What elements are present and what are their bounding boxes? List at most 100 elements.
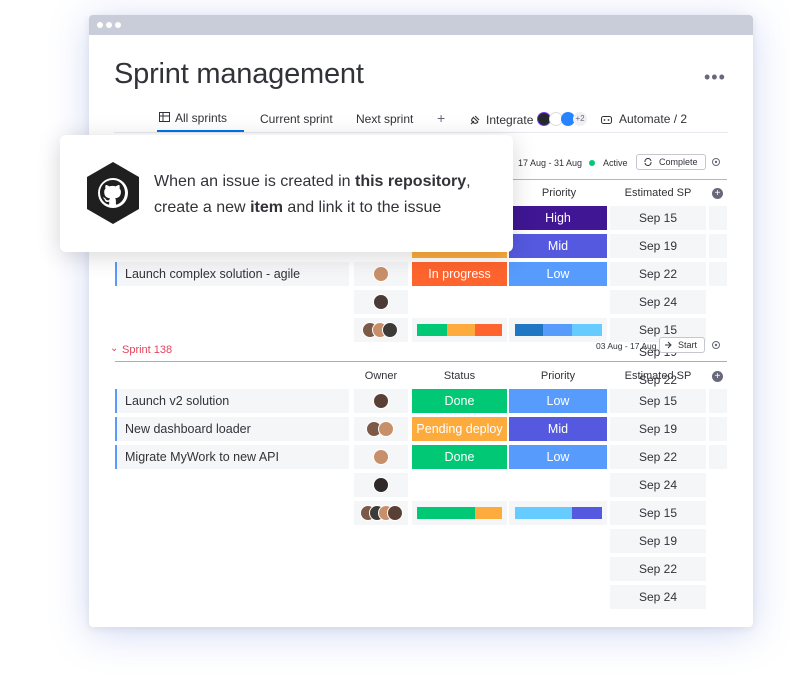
- summary-segment: [417, 324, 447, 336]
- avatar: [373, 477, 389, 493]
- start-sprint-button[interactable]: Start: [659, 337, 705, 353]
- add-column-icon[interactable]: +: [712, 371, 723, 382]
- popup-text: create a new: [154, 199, 251, 216]
- estimated-sp-column-header: Estimated SP: [624, 187, 692, 199]
- page-title: Sprint management: [114, 58, 364, 90]
- estimated-sp-cell[interactable]: Sep 19: [610, 234, 706, 258]
- row-gutter: [709, 389, 727, 413]
- item-name[interactable]: New dashboard loader: [115, 417, 349, 441]
- owner-summary-cell: [354, 318, 408, 342]
- group-title[interactable]: Sprint 138: [122, 344, 172, 356]
- priority-cell-mid[interactable]: Mid: [509, 417, 607, 441]
- status-cell-done[interactable]: Done: [412, 445, 507, 469]
- summary-segment: [572, 507, 602, 519]
- priority-cell-low[interactable]: Low: [509, 445, 607, 469]
- avatar: [387, 505, 403, 521]
- summary-segment: [475, 324, 502, 336]
- popup-text: and link it to the issue: [282, 199, 442, 216]
- estimated-sp-cell[interactable]: Sep 22: [610, 557, 706, 581]
- add-tab-button[interactable]: +: [437, 110, 445, 126]
- summary-segment: [515, 507, 572, 519]
- tabs-bar: All sprints Current sprint Next sprint +…: [89, 15, 753, 127]
- estimated-sp-cell[interactable]: Sep 15: [610, 206, 706, 230]
- more-options-button[interactable]: •••: [704, 67, 726, 88]
- summary-segment: [447, 324, 475, 336]
- estimated-sp-cell[interactable]: Sep 22: [610, 262, 706, 286]
- avatar: [382, 322, 398, 338]
- status-summary: [412, 501, 507, 525]
- owner-cell[interactable]: [354, 389, 408, 413]
- priority-summary: [509, 318, 607, 342]
- popup-text: When an issue is created in: [154, 173, 355, 190]
- owner-column-header: Owner: [364, 370, 398, 382]
- popup-text: ,: [466, 173, 471, 190]
- estimated-sp-cell[interactable]: Sep 24: [610, 290, 706, 314]
- summary-segment: [417, 507, 475, 519]
- priority-cell-high[interactable]: High: [509, 206, 607, 230]
- owner-cell[interactable]: [354, 262, 408, 286]
- group-divider: [115, 361, 727, 362]
- estimated-sp-cell[interactable]: Sep 24: [610, 585, 706, 609]
- status-column-header: Status: [443, 370, 476, 382]
- settings-icon[interactable]: [711, 340, 721, 350]
- chevron-down-icon[interactable]: ⌄: [110, 343, 118, 354]
- summary-segment: [572, 324, 602, 336]
- table-icon: [159, 112, 170, 122]
- item-name[interactable]: Launch v2 solution: [115, 389, 349, 413]
- avatar: [373, 266, 389, 282]
- add-column-icon[interactable]: +: [712, 188, 723, 199]
- status-cell-done[interactable]: Done: [412, 389, 507, 413]
- automate-button[interactable]: Automate / 2: [619, 112, 687, 126]
- tab-next-sprint[interactable]: Next sprint: [356, 112, 413, 126]
- more-integrations-count: +2: [573, 112, 587, 126]
- plug-icon: [470, 115, 480, 125]
- complete-sprint-button[interactable]: Complete: [636, 154, 706, 170]
- priority-cell-low[interactable]: Low: [509, 262, 607, 286]
- summary-segment: [515, 324, 543, 336]
- settings-icon[interactable]: [711, 157, 721, 167]
- complete-label: Complete: [659, 157, 698, 167]
- sprint-status: Active: [603, 158, 628, 168]
- owner-summary-cell: [354, 501, 408, 525]
- item-name[interactable]: Launch complex solution - agile: [115, 262, 349, 286]
- priority-summary: [509, 501, 607, 525]
- estimated-sp-cell[interactable]: Sep 15: [610, 389, 706, 413]
- priority-cell-low[interactable]: Low: [509, 389, 607, 413]
- robot-icon: [601, 116, 612, 124]
- status-cell-pending-deploy[interactable]: Pending deploy: [412, 417, 507, 441]
- tab-all-sprints[interactable]: All sprints: [175, 111, 227, 125]
- summary-segment: [475, 507, 502, 519]
- priority-cell-mid[interactable]: Mid: [509, 234, 607, 258]
- avatar: [378, 421, 394, 437]
- active-status-dot: [589, 160, 595, 166]
- item-name[interactable]: Migrate MyWork to new API: [115, 445, 349, 469]
- estimated-sp-column-header: Estimated SP: [624, 370, 692, 382]
- sprint-dates: 03 Aug - 17 Aug: [596, 341, 657, 351]
- integration-recipe-popup[interactable]: When an issue is created in this reposit…: [60, 135, 513, 252]
- popup-bold-repository[interactable]: this repository: [355, 173, 466, 190]
- tab-current-sprint[interactable]: Current sprint: [260, 112, 333, 126]
- estimated-sp-cell[interactable]: Sep 19: [610, 417, 706, 441]
- row-gutter: [709, 206, 727, 230]
- popup-description: When an issue is created in this reposit…: [154, 169, 471, 221]
- row-gutter: [709, 417, 727, 441]
- owner-cell[interactable]: [354, 473, 408, 497]
- estimated-sp-cell[interactable]: Sep 24: [610, 473, 706, 497]
- priority-column-header: Priority: [540, 370, 576, 382]
- estimated-sp-cell[interactable]: Sep 15: [610, 501, 706, 525]
- owner-cell[interactable]: [354, 417, 408, 441]
- integrate-button[interactable]: Integrate: [486, 113, 533, 127]
- estimated-sp-cell[interactable]: Sep 22: [610, 445, 706, 469]
- estimated-sp-cell[interactable]: Sep 19: [610, 529, 706, 553]
- play-icon: [665, 341, 672, 349]
- row-gutter: [709, 445, 727, 469]
- owner-cell[interactable]: [354, 290, 408, 314]
- app-window: Sprint management ••• All sprints Curren…: [89, 15, 753, 627]
- avatar: [373, 449, 389, 465]
- tabs-divider: [114, 132, 728, 133]
- refresh-icon: [644, 157, 652, 167]
- popup-bold-item[interactable]: item: [250, 199, 283, 216]
- status-cell-in-progress[interactable]: In progress: [412, 262, 507, 286]
- row-gutter: [709, 234, 727, 258]
- owner-cell[interactable]: [354, 445, 408, 469]
